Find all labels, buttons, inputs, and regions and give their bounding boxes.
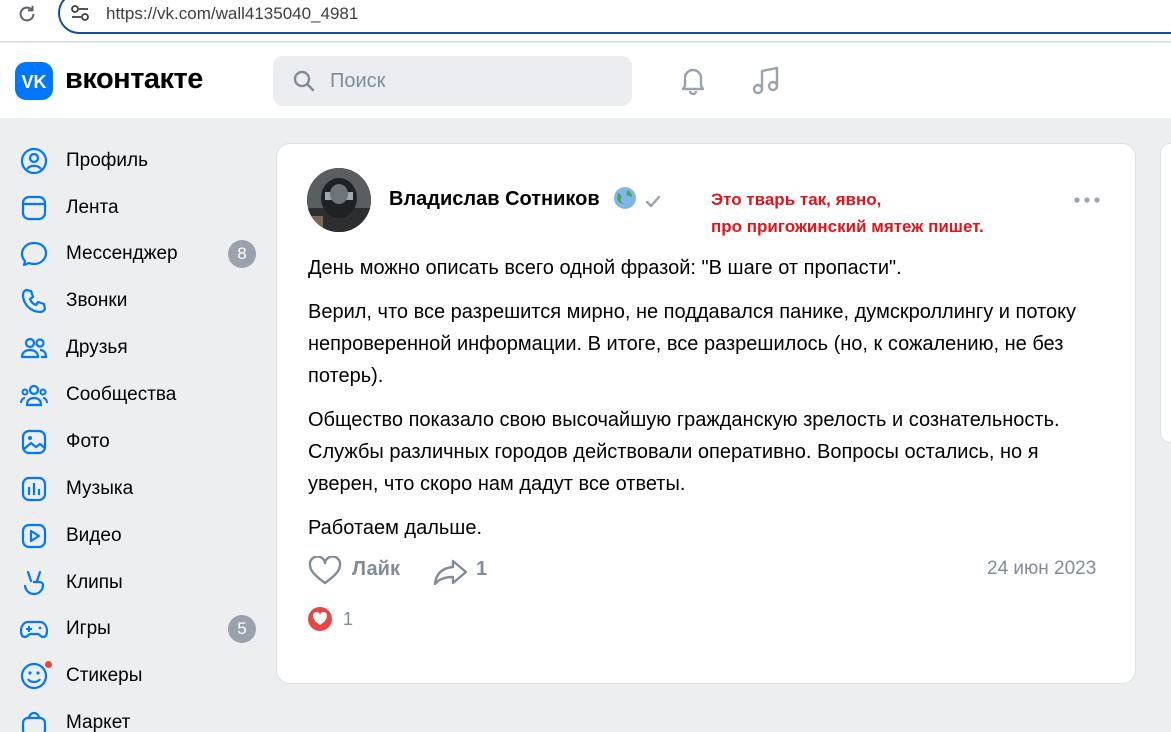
sidebar-item-market[interactable]: Маркет	[14, 700, 264, 732]
globe-emoji-icon	[614, 187, 636, 209]
author-name[interactable]: Владислав Сотников	[389, 188, 600, 211]
friends-icon	[20, 337, 48, 359]
sidebar-item-label: Звонки	[66, 290, 128, 311]
more-options-icon[interactable]	[1073, 195, 1101, 205]
sidebar-item-calls[interactable]: Звонки	[14, 278, 264, 322]
sidebar-item-stickers[interactable]: Стикеры	[14, 653, 264, 697]
sidebar-item-profile[interactable]: Профиль	[14, 138, 264, 182]
post-paragraph: День можно описать всего одной фразой: "…	[308, 257, 902, 279]
reaction-count[interactable]: 1	[343, 609, 353, 630]
sidebar-item-label: Фото	[66, 431, 110, 452]
bell-icon[interactable]	[676, 63, 710, 97]
unread-count-badge: 8	[228, 240, 256, 268]
sidebar-item-label: Профиль	[66, 150, 149, 171]
red-annotation: Это тварь так, явно, про пригожинский мя…	[711, 186, 984, 240]
sidebar-item-communities[interactable]: Сообщества	[14, 372, 264, 416]
sidebar-item-messenger[interactable]: Мессенджер 8	[14, 231, 264, 275]
clips-icon	[23, 570, 45, 596]
sidebar-item-label: Музыка	[66, 478, 134, 499]
sidebar-item-label: Маркет	[66, 712, 131, 732]
sidebar-item-label: Стикеры	[66, 665, 143, 686]
search-icon	[293, 70, 315, 92]
post-text: День можно описать всего одной фразой: "…	[308, 252, 1108, 556]
sidebar-item-label: Друзья	[66, 337, 128, 358]
reload-icon[interactable]	[16, 3, 38, 25]
annotation-line: Это тварь так, явно,	[711, 190, 882, 209]
svg-text:VK: VK	[21, 72, 46, 92]
profile-icon	[20, 147, 48, 175]
annotation-line: про пригожинский мятеж пишет.	[711, 217, 984, 236]
feed-icon	[21, 195, 47, 221]
site-header: VK вконтакте Поиск	[0, 43, 1171, 118]
browser-toolbar: https://vk.com/wall4135040_4981	[0, 0, 1171, 42]
messenger-icon	[20, 241, 48, 267]
verified-check-icon	[645, 195, 661, 208]
sidebar-item-video[interactable]: Видео	[14, 513, 264, 557]
like-button[interactable]: Лайк	[308, 552, 418, 588]
heart-reaction-icon[interactable]	[308, 607, 332, 631]
sidebar-item-photos[interactable]: Фото	[14, 419, 264, 463]
sidebar-item-friends[interactable]: Друзья	[14, 325, 264, 369]
post-paragraph: Работаем дальше.	[308, 517, 483, 539]
games-count-badge: 5	[228, 615, 256, 643]
search-input[interactable]: Поиск	[273, 56, 632, 106]
photo-icon	[21, 429, 47, 455]
logo-text[interactable]: вконтакте	[65, 63, 203, 96]
sidebar-item-games[interactable]: Игры 5	[14, 606, 264, 650]
author-avatar[interactable]	[307, 168, 371, 232]
sidebar-item-label: Игры	[66, 618, 111, 639]
market-icon	[21, 711, 47, 732]
music-icon	[21, 476, 47, 502]
sidebar-item-feed[interactable]: Лента	[14, 185, 264, 229]
sidebar-item-label: Видео	[66, 525, 122, 546]
music-note-icon[interactable]	[750, 63, 784, 97]
wall-post: Владислав Сотников Это тварь так, явно, …	[276, 143, 1136, 684]
sidebar-item-label: Мессенджер	[66, 243, 178, 264]
share-button[interactable]: 1	[433, 552, 503, 588]
share-count: 1	[476, 558, 488, 580]
communities-icon	[20, 384, 48, 407]
post-paragraph: Общество показало свою высочайшую гражда…	[308, 409, 1060, 495]
share-arrow-icon	[433, 559, 468, 586]
sidebar-item-label: Клипы	[66, 572, 123, 593]
like-label: Лайк	[352, 558, 400, 580]
post-paragraph: Верил, что все разрешится мирно, не подд…	[308, 301, 1077, 387]
video-icon	[21, 523, 47, 549]
vk-logo-icon[interactable]: VK	[15, 62, 53, 100]
games-icon	[20, 620, 48, 639]
search-placeholder: Поиск	[330, 70, 386, 92]
sidebar-item-clips[interactable]: Клипы	[14, 560, 264, 604]
phone-icon	[21, 288, 47, 314]
url-text[interactable]: https://vk.com/wall4135040_4981	[106, 4, 358, 24]
right-column-card	[1160, 143, 1171, 443]
sidebar-item-music[interactable]: Музыка	[14, 466, 264, 510]
heart-outline-icon	[308, 556, 342, 585]
post-date[interactable]: 24 июн 2023	[987, 558, 1096, 580]
sidebar-item-label: Лента	[66, 197, 119, 218]
site-info-icon[interactable]	[70, 4, 90, 22]
notification-dot	[44, 660, 53, 669]
sidebar-item-label: Сообщества	[66, 384, 177, 405]
sidebar: Профиль Лента Мессенджер 8 Звонки Друзья…	[0, 118, 268, 732]
